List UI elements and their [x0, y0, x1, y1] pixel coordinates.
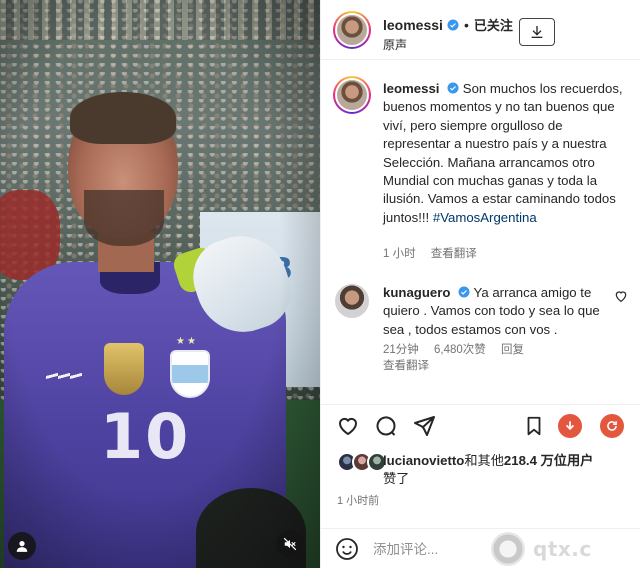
caption-time: 1 小时 [383, 248, 416, 260]
verified-badge-icon [458, 286, 470, 298]
user-tag-button[interactable] [8, 532, 36, 560]
comment-input[interactable] [373, 539, 493, 559]
post-side-panel: leomessi • 已关注 原声 leomessi Son muchos lo… [320, 0, 640, 568]
download-circle-icon [558, 414, 582, 438]
comment-like-count[interactable]: 6,480次赞 [434, 344, 486, 356]
watermark-logo [491, 532, 525, 566]
user-tag-icon [16, 541, 28, 552]
download-button[interactable] [519, 18, 555, 46]
comment-translate-link[interactable]: 查看翻译 [383, 360, 429, 372]
heart-icon [338, 417, 358, 436]
likes-suffix: 赞了 [383, 471, 410, 486]
caption-avatar[interactable] [333, 76, 371, 114]
caption-text: Son muchos los recuerdos, buenos momento… [383, 81, 623, 225]
comment-like-icon[interactable] [613, 288, 629, 304]
commenter-avatar[interactable] [335, 284, 369, 318]
following-button[interactable]: 已关注 [474, 15, 513, 34]
comment-composer: qtx.c [321, 528, 640, 568]
likes-count[interactable]: 218.4 万位用户 [504, 453, 593, 468]
extension-download-button[interactable] [557, 413, 583, 439]
verified-badge-icon [447, 19, 459, 30]
like-button[interactable] [335, 413, 361, 439]
download-icon [531, 26, 543, 38]
comment-reply-link[interactable]: 回复 [501, 344, 524, 356]
separator-dot: • [463, 16, 469, 33]
watermark: qtx.c [481, 529, 640, 568]
liker-avatars [337, 452, 389, 472]
avatar-photo [337, 15, 367, 45]
caption-body: leomessi Son muchos los recuerdos, bueno… [383, 80, 631, 227]
author-line: leomessi • 已关注 [383, 15, 513, 34]
post-media[interactable]: B ★★ 10 [0, 0, 320, 568]
emoji-icon[interactable] [335, 537, 359, 561]
mute-button[interactable] [276, 530, 304, 558]
caption-meta: 1 小时 查看翻译 [383, 245, 489, 261]
share-button[interactable] [411, 413, 437, 439]
comment-meta: 21分钟 6,480次赞 回复 查看翻译 [383, 342, 536, 374]
comment-time: 21分钟 [383, 344, 419, 356]
speaker-muted-icon [283, 537, 297, 551]
video-vignette [0, 0, 320, 568]
likes-text: lucianovietto和其他218.4 万位用户 赞了 [383, 452, 623, 488]
author-username[interactable]: leomessi [383, 17, 443, 33]
post-time-ago: 1 小时前 [337, 495, 380, 507]
caption-username[interactable]: leomessi [383, 81, 439, 96]
liker-username[interactable]: lucianovietto [383, 453, 464, 468]
post-action-bar [321, 404, 640, 444]
comment-icon [376, 416, 396, 436]
caption-translate-link[interactable]: 查看翻译 [431, 248, 477, 260]
refresh-circle-icon [600, 414, 624, 438]
bookmark-icon [527, 416, 541, 436]
extension-refresh-button[interactable] [599, 413, 625, 439]
audio-label[interactable]: 原声 [383, 36, 407, 53]
comment-body: kunaguero Ya arranca amigo te quiero . V… [383, 284, 613, 339]
likes-and-others: 和其他 [464, 453, 504, 468]
save-button[interactable] [521, 413, 547, 439]
send-icon [414, 416, 435, 436]
post-header: leomessi • 已关注 原声 [321, 0, 640, 60]
verified-badge-icon [447, 82, 459, 94]
commenter-username[interactable]: kunaguero [383, 285, 450, 300]
hashtag-link[interactable]: #VamosArgentina [433, 210, 537, 225]
author-avatar[interactable] [333, 11, 371, 49]
avatar-photo [337, 80, 367, 110]
watermark-text: qtx.c [533, 537, 592, 561]
comment-button[interactable] [373, 413, 399, 439]
